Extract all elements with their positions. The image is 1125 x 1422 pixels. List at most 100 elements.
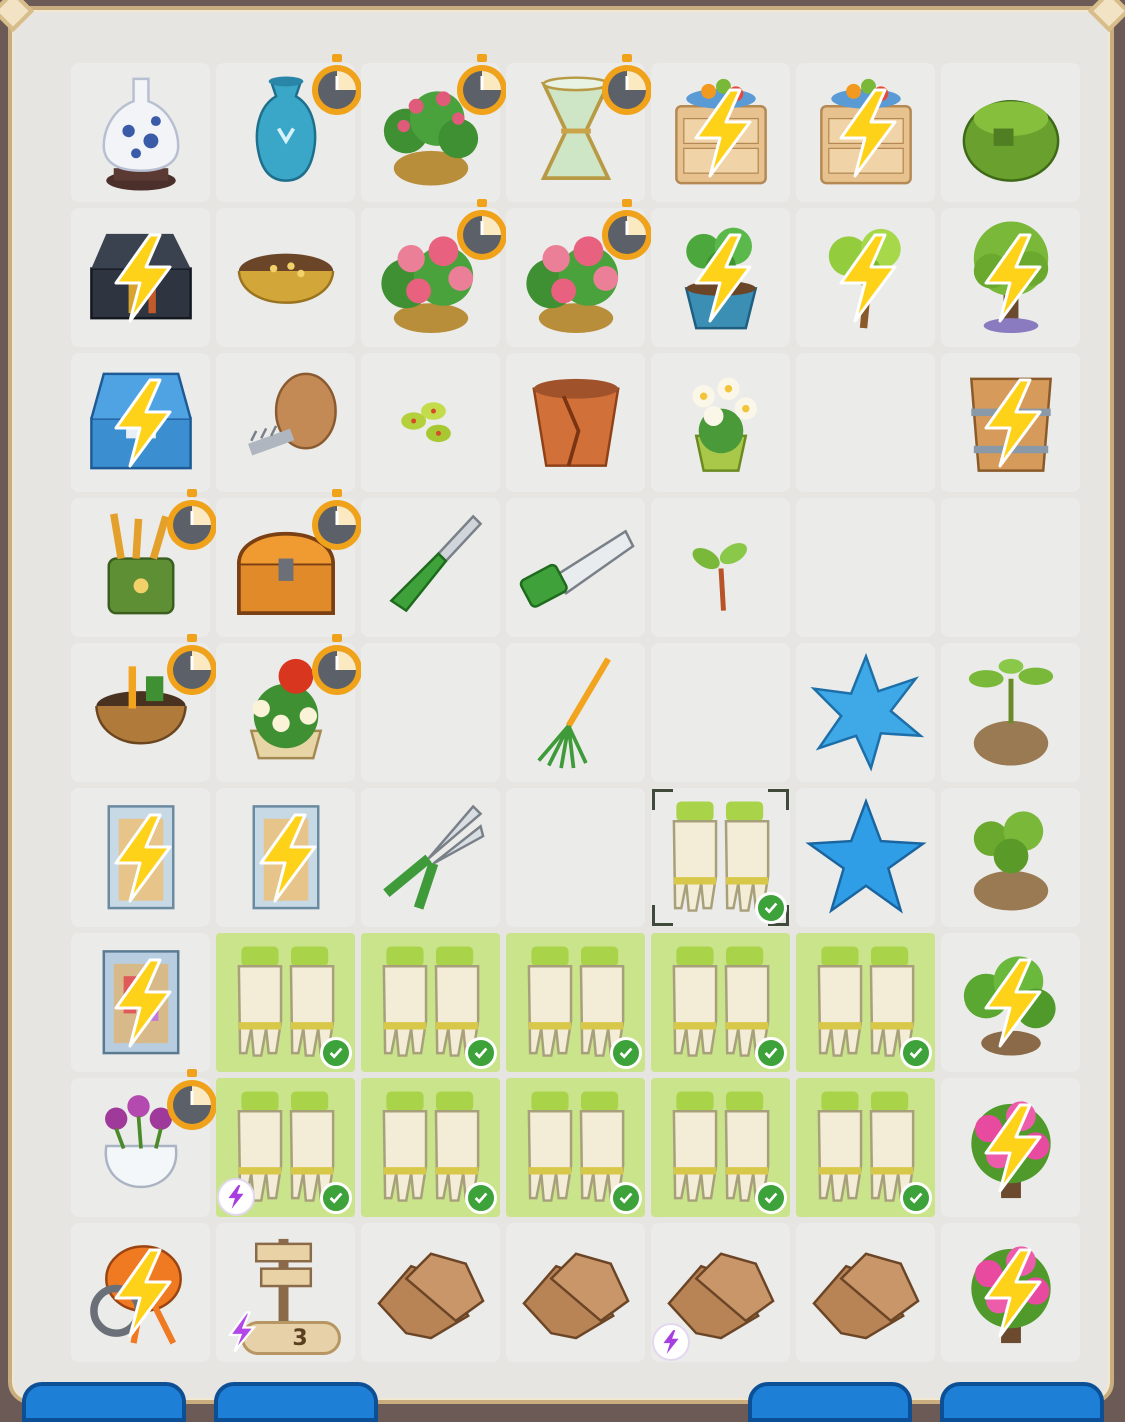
board-cell[interactable] xyxy=(648,785,793,930)
board-cell[interactable] xyxy=(793,60,938,205)
board-cell[interactable] xyxy=(213,350,358,495)
board-cell[interactable] xyxy=(648,350,793,495)
board-cell[interactable] xyxy=(358,350,503,495)
board-cell[interactable] xyxy=(648,205,793,350)
board-cell[interactable] xyxy=(793,1075,938,1220)
stopwatch-icon xyxy=(602,54,652,115)
board-cell[interactable] xyxy=(503,640,648,785)
wooden-screw-item[interactable] xyxy=(221,356,350,485)
energy-badge-icon xyxy=(652,1323,690,1361)
bottom-button-4[interactable] xyxy=(940,1382,1104,1422)
board-cell[interactable] xyxy=(213,489,362,640)
board-cell[interactable] xyxy=(938,1220,1083,1365)
board-cell[interactable] xyxy=(648,640,793,785)
board-cell[interactable] xyxy=(68,634,217,785)
board-cell[interactable] xyxy=(503,1075,648,1220)
board-cell[interactable] xyxy=(213,634,362,785)
board-cell[interactable] xyxy=(503,1220,648,1365)
board-cell[interactable] xyxy=(358,199,507,350)
pruning-shears-item[interactable] xyxy=(366,791,495,920)
green-bag-item[interactable] xyxy=(946,66,1075,195)
plant-sack-2-item[interactable] xyxy=(946,791,1075,920)
board-cell[interactable] xyxy=(503,495,648,640)
board-cell[interactable] xyxy=(648,930,793,1075)
board-cell[interactable] xyxy=(358,1220,503,1365)
cell-tile xyxy=(796,353,935,492)
seeds-item[interactable] xyxy=(366,356,495,485)
rake-item[interactable] xyxy=(511,646,640,775)
plant-sack-item[interactable] xyxy=(946,646,1075,775)
bottom-button-1[interactable] xyxy=(22,1382,186,1422)
seed-bowl-item[interactable] xyxy=(221,211,350,340)
board-cell[interactable] xyxy=(213,785,358,930)
board-cell[interactable] xyxy=(938,1075,1083,1220)
checkmark-icon xyxy=(755,892,787,924)
board-cell[interactable] xyxy=(68,489,217,640)
energy-bolt-icon xyxy=(839,88,897,178)
board-cell[interactable] xyxy=(213,930,358,1075)
blue-splat-item[interactable] xyxy=(801,646,930,775)
porcelain-vase-item[interactable] xyxy=(76,66,205,195)
board-cell[interactable] xyxy=(68,785,213,930)
checkmark-icon xyxy=(320,1182,352,1214)
sprout-item[interactable] xyxy=(656,501,785,630)
board-cell[interactable] xyxy=(793,930,938,1075)
board-cell[interactable] xyxy=(793,1220,938,1365)
cell-tile xyxy=(361,643,500,782)
board-cell[interactable] xyxy=(938,930,1083,1075)
board-cell[interactable] xyxy=(68,930,213,1075)
energy-bolt-icon xyxy=(839,233,897,323)
board-cell[interactable] xyxy=(68,1220,213,1365)
board-cell[interactable] xyxy=(213,205,358,350)
board-cell[interactable]: 3 xyxy=(213,1220,358,1365)
board-cell[interactable] xyxy=(503,350,648,495)
board-cell[interactable] xyxy=(648,495,793,640)
board-cell[interactable] xyxy=(793,785,938,930)
checkmark-icon xyxy=(900,1037,932,1069)
board-cell[interactable] xyxy=(503,54,652,205)
board-cell[interactable] xyxy=(938,785,1083,930)
garden-knife-item[interactable] xyxy=(366,501,495,630)
board-cell[interactable] xyxy=(938,350,1083,495)
board-cell[interactable] xyxy=(793,350,938,495)
board-cell[interactable] xyxy=(503,199,652,350)
board-cell[interactable] xyxy=(648,1220,793,1365)
board-cell[interactable] xyxy=(68,205,213,350)
board-cell[interactable] xyxy=(358,785,503,930)
board-cell[interactable] xyxy=(793,495,938,640)
board-cell[interactable] xyxy=(358,495,503,640)
board-cell[interactable] xyxy=(68,1069,217,1220)
board-cell[interactable] xyxy=(648,1075,793,1220)
board-cell[interactable] xyxy=(793,205,938,350)
leather-gloves-item[interactable] xyxy=(801,1226,930,1355)
board-cell[interactable] xyxy=(213,54,362,205)
board-cell[interactable] xyxy=(938,495,1083,640)
leather-gloves-item[interactable] xyxy=(366,1226,495,1355)
energy-bolt-icon xyxy=(114,958,172,1048)
board-cell[interactable] xyxy=(358,930,503,1075)
board-cell[interactable] xyxy=(68,60,213,205)
board-cell[interactable] xyxy=(648,60,793,205)
board-cell[interactable] xyxy=(68,350,213,495)
board-cell[interactable] xyxy=(358,54,507,205)
energy-bolt-icon xyxy=(984,958,1042,1048)
board-cell[interactable] xyxy=(938,60,1083,205)
hand-saw-item[interactable] xyxy=(511,501,640,630)
stopwatch-icon xyxy=(167,489,217,550)
board-cell[interactable] xyxy=(793,640,938,785)
leather-gloves-item[interactable] xyxy=(511,1226,640,1355)
board-cell[interactable] xyxy=(213,1075,358,1220)
board-cell[interactable] xyxy=(938,205,1083,350)
checkmark-icon xyxy=(900,1182,932,1214)
white-flower-pot-item[interactable] xyxy=(656,356,785,485)
board-cell[interactable] xyxy=(358,640,503,785)
bottom-button-3[interactable] xyxy=(748,1382,912,1422)
bottom-button-2[interactable] xyxy=(214,1382,378,1422)
stopwatch-icon xyxy=(312,54,362,115)
blue-star-item[interactable] xyxy=(801,791,930,920)
board-cell[interactable] xyxy=(938,640,1083,785)
board-cell[interactable] xyxy=(358,1075,503,1220)
board-cell[interactable] xyxy=(503,930,648,1075)
broken-pot-item[interactable] xyxy=(511,356,640,485)
board-cell[interactable] xyxy=(503,785,648,930)
